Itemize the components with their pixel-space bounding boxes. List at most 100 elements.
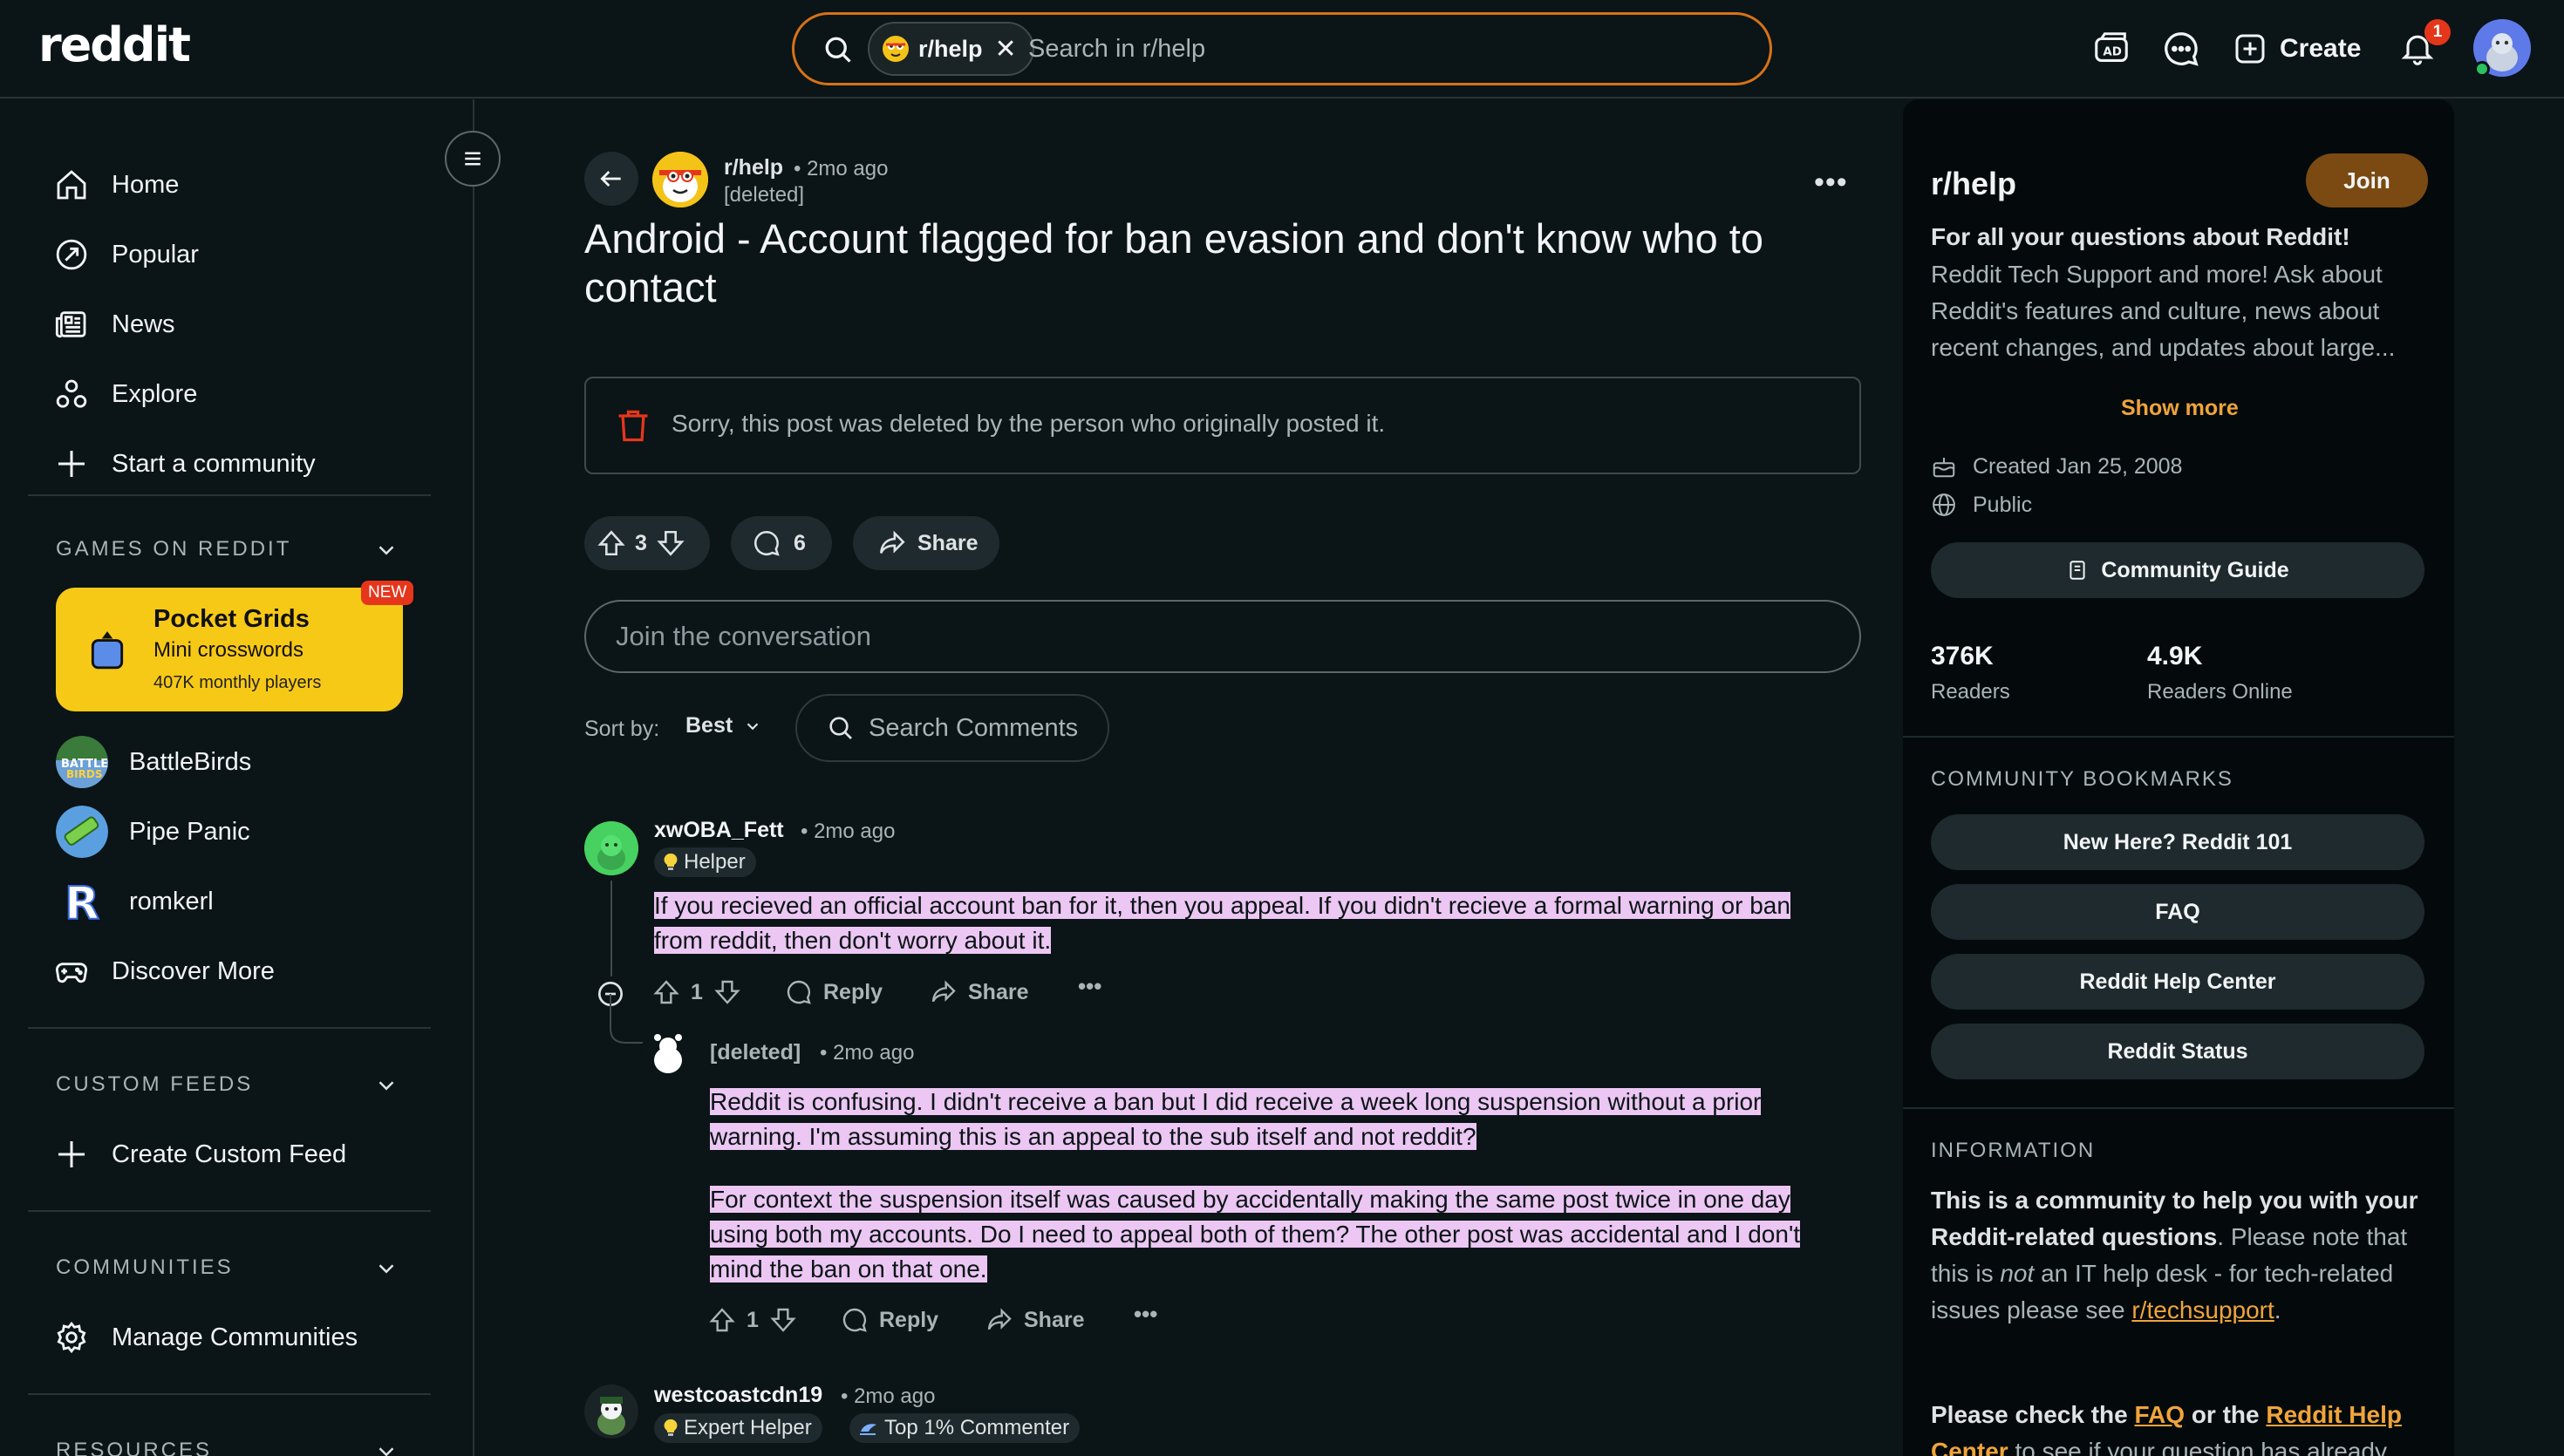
chevron-down-icon[interactable] [373, 1255, 399, 1282]
nav-explore[interactable]: Explore [52, 368, 197, 420]
online-count: 4.9K [2147, 642, 2203, 670]
comment-more-button[interactable]: ••• [1078, 973, 1101, 1000]
create-custom-feed[interactable]: Create Custom Feed [52, 1128, 346, 1180]
romkerl-avatar: R [56, 875, 108, 928]
plus-square-icon [2233, 31, 2267, 66]
community-title: r/help [1931, 166, 2017, 201]
comment-box[interactable] [584, 600, 1861, 673]
faq-link[interactable]: FAQ [2134, 1401, 2185, 1428]
bookmark-button[interactable]: FAQ [1931, 884, 2424, 940]
comment-author[interactable]: xwOBA_Fett [654, 818, 784, 843]
home-icon [52, 167, 91, 202]
plus-icon [52, 446, 91, 481]
reply-button[interactable]: Reply [841, 1306, 938, 1334]
commenter-avatar[interactable] [584, 821, 638, 875]
games-section-title[interactable]: GAMES ON REDDIT [56, 537, 291, 561]
chevron-down-icon[interactable] [373, 1072, 399, 1099]
advertise-icon[interactable]: AD [2091, 29, 2131, 69]
comment-line: warning. I'm assuming this is an appeal … [710, 1123, 1476, 1150]
create-label: Create [2280, 34, 2362, 63]
custom-feeds-title[interactable]: CUSTOM FEEDS [56, 1072, 253, 1097]
clear-chip-icon[interactable]: ✕ [995, 34, 1017, 65]
back-button[interactable] [584, 152, 638, 206]
comment-share-button[interactable]: Share [985, 1306, 1084, 1334]
share-button[interactable]: Share [853, 516, 999, 570]
thread-line[interactable] [610, 881, 612, 976]
more-options-button[interactable]: ••• [1814, 166, 1848, 200]
bookmark-button[interactable]: Reddit Status [1931, 1024, 2424, 1079]
comment-share-button[interactable]: Share [930, 978, 1028, 1006]
game-romkerl[interactable]: R romkerl [56, 875, 214, 928]
reply-label: Reply [823, 979, 883, 1004]
search-comments-label: Search Comments [869, 713, 1079, 742]
top-header: reddit r/help ✕ AD Create 1 [0, 0, 2564, 99]
commenter-avatar[interactable] [584, 1385, 638, 1439]
deleted-notice: Sorry, this post was deleted by the pers… [584, 377, 1861, 474]
comment-body: If you recieved an official account ban … [654, 888, 1866, 958]
user-flair: Top 1% Commenter [849, 1413, 1081, 1443]
search-icon [822, 34, 854, 65]
comment-input[interactable] [616, 617, 1819, 656]
join-button[interactable]: Join [2306, 153, 2428, 208]
featured-game-subtitle: Mini crosswords [153, 638, 304, 662]
resources-title[interactable]: RESOURCES [56, 1439, 212, 1456]
gear-icon [52, 1320, 91, 1355]
search-input[interactable] [1028, 29, 1743, 69]
bookmark-button[interactable]: Reddit Help Center [1931, 954, 2424, 1010]
chevron-down-icon[interactable] [373, 1439, 399, 1456]
search-bar[interactable]: r/help ✕ [792, 12, 1772, 85]
nav-home[interactable]: Home [52, 159, 179, 211]
game-label: BattleBirds [129, 747, 252, 776]
create-button[interactable]: Create [2233, 21, 2361, 77]
communities-title[interactable]: COMMUNITIES [56, 1255, 234, 1280]
show-more-button[interactable]: Show more [2121, 396, 2239, 421]
subreddit-avatar[interactable] [652, 152, 708, 208]
subreddit-link[interactable]: r/help [724, 155, 783, 180]
comments-button[interactable]: 6 [731, 516, 832, 570]
comment-line: For context the suspension itself was ca… [710, 1186, 1790, 1213]
reply-label: Reply [879, 1307, 939, 1332]
search-chip-label: r/help [918, 35, 983, 62]
comment-more-button[interactable]: ••• [1134, 1301, 1157, 1328]
information-text: This is a community to help you with you… [1931, 1182, 2428, 1329]
svg-text:BIRDS: BIRDS [66, 768, 102, 780]
upvote-icon[interactable] [708, 1306, 736, 1334]
sort-dropdown[interactable]: Best [685, 713, 762, 738]
comment-author[interactable]: westcoastcdn19 [654, 1383, 822, 1408]
discover-more[interactable]: Discover More [52, 945, 275, 997]
sort-label: Sort by: [584, 717, 660, 741]
nav-popular[interactable]: Popular [52, 228, 199, 281]
techsupport-link[interactable]: r/techsupport [2131, 1296, 2274, 1323]
reply-button[interactable]: Reply [785, 978, 883, 1006]
community-sidebar: r/help Join For all your questions about… [1903, 99, 2454, 1456]
downvote-icon[interactable] [656, 528, 685, 558]
upvote-icon[interactable] [652, 978, 680, 1006]
comment-icon [752, 528, 781, 558]
nav-news[interactable]: News [52, 298, 175, 350]
divider [28, 1027, 431, 1029]
online-label: Readers Online [2147, 680, 2293, 704]
deleted-notice-text: Sorry, this post was deleted by the pers… [672, 410, 1386, 437]
chevron-down-icon[interactable] [373, 537, 399, 563]
information-text: Please check the FAQ or the Reddit Help … [1931, 1397, 2428, 1456]
chat-icon[interactable] [2161, 29, 2201, 69]
game-battlebirds[interactable]: BATTLE BIRDS BattleBirds [56, 736, 251, 788]
search-scope-chip[interactable]: r/help ✕ [868, 22, 1034, 76]
downvote-icon[interactable] [769, 1306, 797, 1334]
nav-label: Manage Communities [112, 1323, 358, 1351]
collapse-sidebar-button[interactable] [445, 131, 501, 187]
downvote-icon[interactable] [713, 978, 741, 1006]
deleted-user-avatar [640, 1027, 694, 1081]
bookmark-button[interactable]: New Here? Reddit 101 [1931, 814, 2424, 870]
community-guide-button[interactable]: Community Guide [1931, 542, 2424, 598]
description-line: Reddit Tech Support and more! Ask about [1931, 261, 2383, 288]
nav-start-community[interactable]: Start a community [52, 438, 316, 490]
guide-label: Community Guide [2101, 557, 2289, 582]
search-comments-button[interactable]: Search Comments [795, 694, 1109, 762]
manage-communities[interactable]: Manage Communities [52, 1311, 358, 1364]
comment-count: 6 [794, 530, 806, 555]
featured-game-card[interactable]: Pocket Grids Mini crosswords 407K monthl… [56, 588, 403, 711]
game-pipe-panic[interactable]: Pipe Panic [56, 806, 250, 858]
reddit-logo[interactable]: reddit [38, 17, 191, 72]
upvote-icon[interactable] [597, 528, 626, 558]
